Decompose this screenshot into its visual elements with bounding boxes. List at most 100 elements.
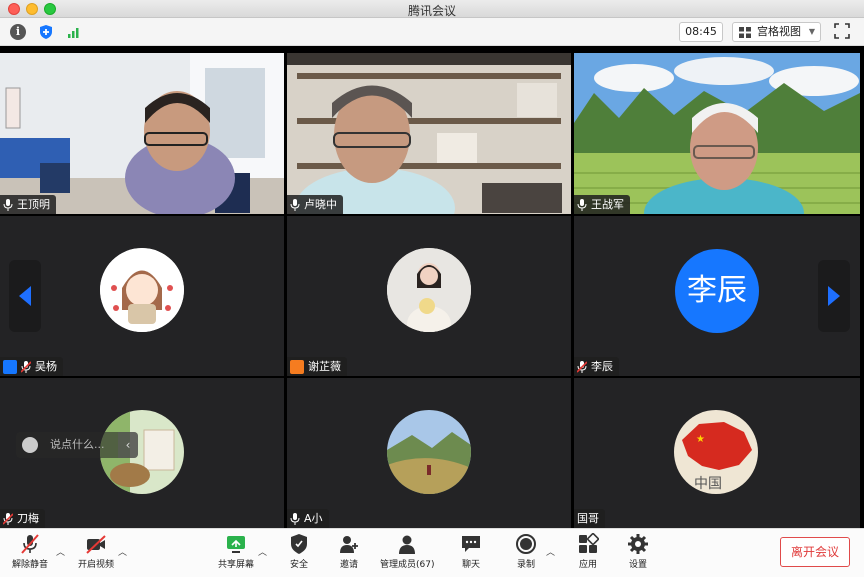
muted-microphone-icon [21, 360, 31, 373]
chat-placeholder: 说点什么... [50, 438, 105, 451]
shield-icon [291, 534, 307, 554]
video-tile-3-active-speaker[interactable]: 王战军 [574, 53, 860, 214]
participant-name: 李辰 [591, 360, 613, 373]
participant-name: 吴杨 [35, 360, 57, 373]
microphone-icon [290, 198, 300, 211]
video-tile-2[interactable]: 卢晓中 [287, 53, 571, 214]
record-label: 录制 [516, 560, 535, 570]
next-page-button[interactable] [818, 260, 850, 332]
grid-icon [739, 27, 751, 38]
manage-members-button[interactable]: 管理成员(67) [380, 533, 434, 570]
participant-name: 刀梅 [17, 512, 39, 525]
chevron-up-icon[interactable]: ︿ [118, 545, 127, 558]
participant-name: 王顶明 [17, 198, 50, 211]
chevron-right-icon [828, 286, 840, 306]
participant-namebar: 谢芷薇 [287, 357, 347, 376]
participant-name: A小 [304, 512, 323, 525]
participant-name: 王战军 [591, 198, 624, 211]
invite-label: 邀请 [339, 560, 358, 570]
participant-name: 谢芷薇 [308, 360, 341, 373]
manage-members-label: 管理成员(67) [380, 560, 435, 570]
participant-namebar: 吴杨 [0, 357, 63, 376]
participant-namebar: 国哥 [574, 509, 605, 528]
participant-name: 国哥 [577, 512, 599, 525]
video-tile-5[interactable]: 谢芷薇 [287, 216, 571, 376]
invite-button[interactable]: 邀请 [338, 533, 360, 570]
participant-avatar [100, 248, 184, 332]
microphone-icon [290, 512, 300, 525]
share-screen-button[interactable]: 共享屏幕 [218, 533, 254, 570]
microphone-icon [3, 198, 13, 211]
chevron-left-icon[interactable]: ‹ [118, 432, 138, 458]
participant-namebar: 王顶明 [0, 195, 56, 214]
chevron-up-icon[interactable]: ︿ [546, 545, 555, 558]
participant-namebar: 刀梅 [0, 509, 45, 528]
participant-avatar [387, 410, 471, 494]
settings-button[interactable]: 设置 [627, 533, 649, 570]
text-avatar: 李辰 [675, 249, 759, 333]
host-icon [3, 359, 17, 374]
unmute-button[interactable]: 解除静音 [12, 533, 48, 570]
members-icon [399, 535, 416, 554]
participant-name: 卢晓中 [304, 198, 337, 211]
muted-microphone-icon [3, 512, 13, 525]
chat-icon [462, 536, 480, 552]
security-label: 安全 [289, 560, 308, 570]
participant-namebar: 李辰 [574, 357, 619, 376]
participant-namebar: 卢晓中 [287, 195, 343, 214]
chevron-up-icon[interactable]: ︿ [56, 545, 65, 558]
emoji-icon[interactable] [22, 437, 38, 453]
shield-icon[interactable] [38, 24, 54, 40]
participant-avatar: 中国 ★ [674, 410, 758, 494]
start-video-label: 开启视频 [78, 560, 115, 570]
participant-video [574, 53, 860, 214]
apps-icon [579, 533, 599, 553]
participant-namebar: 王战军 [574, 195, 630, 214]
chevron-left-icon [19, 286, 31, 306]
video-tile-9[interactable]: 中国 ★ 国哥 [574, 378, 860, 528]
share-screen-icon [227, 536, 245, 553]
svg-text:★: ★ [696, 434, 705, 445]
view-mode-dropdown[interactable]: 宫格视图 ▼ [732, 22, 821, 42]
participant-video [0, 53, 284, 214]
quick-chat-input[interactable]: 说点什么... ‹ [16, 432, 138, 458]
chat-label: 聊天 [461, 560, 480, 570]
apps-button[interactable]: 应用 [577, 533, 599, 570]
record-icon [516, 534, 536, 554]
add-user-icon [340, 536, 358, 553]
muted-microphone-icon [577, 360, 587, 373]
participant-video [287, 53, 571, 214]
video-tile-1[interactable]: 王顶明 [0, 53, 284, 214]
signal-icon[interactable] [66, 24, 82, 40]
settings-label: 设置 [628, 560, 647, 570]
record-button[interactable]: 录制 [515, 533, 537, 570]
participant-avatar [387, 248, 471, 332]
chevron-up-icon[interactable]: ︿ [258, 545, 267, 558]
meeting-clock: 08:45 [679, 22, 723, 42]
start-video-button[interactable]: 开启视频 [78, 533, 114, 570]
chevron-down-icon: ▼ [808, 27, 815, 36]
fullscreen-icon[interactable] [834, 23, 850, 39]
participant-namebar: A小 [287, 509, 329, 528]
cohost-icon [290, 359, 304, 374]
info-icon[interactable]: i [10, 24, 26, 40]
svg-text:中国: 中国 [694, 476, 722, 492]
security-button[interactable]: 安全 [288, 533, 310, 570]
video-tile-8[interactable]: A小 [287, 378, 571, 528]
title-bar: 腾讯会议 [0, 0, 864, 18]
apps-label: 应用 [578, 560, 597, 570]
video-off-icon [86, 535, 106, 554]
window-title: 腾讯会议 [407, 4, 456, 18]
bottom-toolbar: 解除静音 ︿ 开启视频 ︿ 共享屏幕 ︿ 安全 邀请 管理成员(67) 聊天 录… [0, 528, 864, 577]
share-screen-label: 共享屏幕 [218, 560, 255, 570]
view-mode-label: 宫格视图 [757, 25, 801, 38]
previous-page-button[interactable] [9, 260, 41, 332]
unmute-label: 解除静音 [12, 560, 49, 570]
microphone-icon [577, 198, 587, 211]
leave-meeting-button[interactable]: 离开会议 [780, 537, 850, 567]
gear-icon [628, 534, 648, 554]
muted-microphone-icon [21, 534, 39, 554]
chat-button[interactable]: 聊天 [460, 533, 482, 570]
top-toolbar: i 08:45 宫格视图 ▼ [0, 18, 864, 46]
video-tile-4[interactable]: 吴杨 [0, 216, 284, 376]
